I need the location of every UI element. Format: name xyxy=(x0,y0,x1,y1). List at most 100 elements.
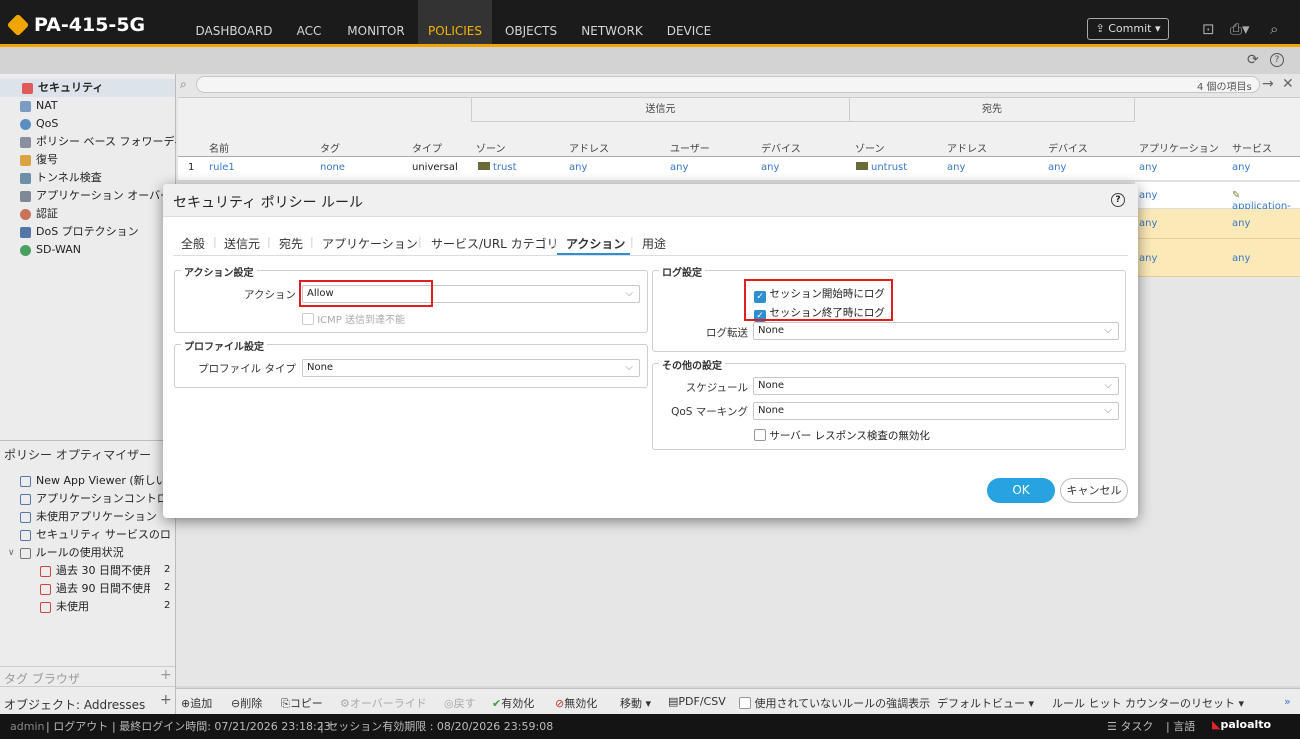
disable-button[interactable]: ⊘無効化 xyxy=(555,695,597,711)
nav-device[interactable]: DEVICE xyxy=(660,0,718,44)
nav-objects[interactable]: OBJECTS xyxy=(497,0,565,44)
sidebar-item-security[interactable]: セキュリティ xyxy=(0,79,175,97)
sidebar-item-dos[interactable]: DoS プロテクション xyxy=(20,223,176,241)
optimizer-unused-apps[interactable]: 未使用アプリケーション xyxy=(20,508,170,526)
sidebar-item-tunnel[interactable]: トンネル検査 xyxy=(20,169,176,187)
optimizer-label: 未使用アプリケーション xyxy=(36,510,157,523)
tab-destination[interactable]: 宛先 xyxy=(279,235,303,252)
col-tag[interactable]: タグ xyxy=(320,140,340,155)
tag-browser[interactable]: タグ ブラウザ xyxy=(4,670,174,687)
more-icon[interactable]: » xyxy=(1284,695,1291,708)
plus-icon[interactable]: + xyxy=(160,667,172,683)
log-forwarding-select[interactable]: None ⌵ xyxy=(753,322,1119,340)
tab-application[interactable]: アプリケーション xyxy=(322,235,418,252)
sidebar-item-app-override[interactable]: アプリケーション オーバーライド xyxy=(20,187,176,205)
ok-button[interactable]: OK xyxy=(987,478,1055,503)
cancel-button[interactable]: キャンセル xyxy=(1060,478,1128,503)
optimizer-new-app-viewer[interactable]: New App Viewer (新しいアプリ) xyxy=(20,472,170,490)
save-config-icon[interactable]: ⎙▾ xyxy=(1230,20,1250,38)
tasks-button[interactable]: ☰ タスク xyxy=(1107,718,1153,734)
optimizer-log-settings[interactable]: セキュリティ サービスのログ設定 xyxy=(20,526,170,544)
application: any xyxy=(1139,162,1158,173)
highlight-unused-label: 使用されていないルールの強調表示 xyxy=(754,697,931,710)
highlight-unused-checkbox[interactable] xyxy=(739,697,751,709)
move-button[interactable]: 移動 ▾ xyxy=(620,695,651,711)
sidebar-item-qos[interactable]: QoS xyxy=(20,115,176,133)
nav-acc[interactable]: ACC xyxy=(283,0,335,44)
clear-filter-icon[interactable]: ✕ xyxy=(1282,76,1294,92)
col-dst-zone[interactable]: ゾーン xyxy=(855,140,885,155)
commit-button[interactable]: ⇪ Commit ▾ xyxy=(1087,18,1169,40)
add-button[interactable]: ⊕追加 xyxy=(181,695,212,711)
disable-server-response-inspection-label: サーバー レスポンス検査の無効化 xyxy=(769,430,930,442)
reset-hit-counter-button[interactable]: ルール ヒット カウンターのリセット ▾ xyxy=(1052,695,1244,711)
col-src-device[interactable]: デバイス xyxy=(761,140,801,155)
brand-label: paloalto xyxy=(1220,718,1272,731)
schedule-select[interactable]: None ⌵ xyxy=(753,377,1119,395)
icmp-unreachable-checkbox[interactable] xyxy=(302,313,314,325)
optimizer-rule-usage[interactable]: ∨ ルールの使用状況 xyxy=(8,544,168,562)
language-button[interactable]: | 言語 xyxy=(1166,718,1195,734)
help-icon[interactable]: ? xyxy=(1270,53,1284,67)
config-lock-icon[interactable]: ⊡ xyxy=(1202,20,1215,38)
col-application[interactable]: アプリケーション xyxy=(1139,140,1219,155)
pdf-csv-button[interactable]: ▤PDF/CSV xyxy=(668,695,726,708)
optimizer-unused-30[interactable]: 過去 30 日間不使用 xyxy=(40,562,150,580)
sidebar-item-label: NAT xyxy=(36,99,58,112)
table-row[interactable] xyxy=(178,157,1300,181)
sidebar-item-auth[interactable]: 認証 xyxy=(20,205,176,223)
col-src-user[interactable]: ユーザー xyxy=(670,140,710,155)
rule-name[interactable]: rule1 xyxy=(209,162,235,173)
search-icon[interactable]: ⌕ xyxy=(1270,20,1278,38)
disable-server-response-inspection-option[interactable]: サーバー レスポンス検査の無効化 xyxy=(754,428,930,443)
col-src-zone[interactable]: ゾーン xyxy=(476,140,506,155)
refresh-icon[interactable]: ⟳ xyxy=(1247,52,1259,68)
tab-service-url[interactable]: サービス/URL カテゴリ xyxy=(431,235,559,252)
chevron-down-icon: ⌵ xyxy=(625,362,633,373)
revert-button[interactable]: ◎戻す xyxy=(444,695,476,711)
apply-filter-icon[interactable]: → xyxy=(1262,76,1274,92)
col-name[interactable]: 名前 xyxy=(209,140,229,155)
override-button[interactable]: ⚙オーバーライド xyxy=(340,695,427,711)
plus-icon[interactable]: + xyxy=(160,692,172,708)
profile-type-select[interactable]: None ⌵ xyxy=(302,359,640,377)
nav-dashboard[interactable]: DASHBOARD xyxy=(190,0,278,44)
tab-separator: | xyxy=(630,235,634,248)
nav-policies[interactable]: POLICIES xyxy=(418,0,492,44)
sidebar-item-pbf[interactable]: ポリシー ベース フォワーディング xyxy=(20,133,176,151)
table-row[interactable] xyxy=(1135,209,1300,239)
col-service[interactable]: サービス xyxy=(1232,140,1272,155)
optimizer-unused[interactable]: 未使用 xyxy=(40,598,150,616)
highlight-unused-toggle[interactable]: 使用されていないルールの強調表示 xyxy=(739,695,930,711)
optimizer-unused-90[interactable]: 過去 90 日間不使用 xyxy=(40,580,150,598)
delete-button[interactable]: ⊖削除 xyxy=(231,695,262,711)
tab-actions[interactable]: アクション xyxy=(566,235,625,252)
icmp-unreachable-option[interactable]: ICMP 送信到達不能 xyxy=(302,311,405,326)
col-dst-address[interactable]: アドレス xyxy=(947,140,987,155)
count-badge: 2 xyxy=(164,564,171,575)
tab-usage[interactable]: 用途 xyxy=(642,235,666,252)
sidebar-item-nat[interactable]: NAT xyxy=(20,97,176,115)
disable-server-response-inspection-checkbox[interactable] xyxy=(754,429,766,441)
sidebar-item-sdwan[interactable]: SD-WAN xyxy=(20,241,176,259)
enable-button[interactable]: ✔有効化 xyxy=(492,695,534,711)
col-dst-device[interactable]: デバイス xyxy=(1048,140,1088,155)
zone-icon xyxy=(856,162,868,170)
table-row[interactable] xyxy=(1135,239,1300,277)
sidebar-item-decryption[interactable]: 復号 xyxy=(20,151,176,169)
nav-network[interactable]: NETWORK xyxy=(571,0,653,44)
default-view-button[interactable]: デフォルトビュー ▾ xyxy=(937,695,1034,711)
app-override-icon xyxy=(20,190,31,202)
logout-link[interactable]: | ログアウト xyxy=(46,718,108,734)
dialog-help-icon[interactable]: ? xyxy=(1111,193,1125,207)
tab-general[interactable]: 全般 xyxy=(181,235,205,252)
tab-source[interactable]: 送信元 xyxy=(224,235,260,252)
qos-marking-select[interactable]: None ⌵ xyxy=(753,402,1119,420)
nav-monitor[interactable]: MONITOR xyxy=(340,0,412,44)
col-type[interactable]: タイプ xyxy=(412,140,442,155)
filter-input[interactable] xyxy=(196,76,1260,93)
object-browser[interactable]: オブジェクト: Addresses xyxy=(4,696,174,713)
copy-button[interactable]: ⎘コピー xyxy=(281,695,323,711)
optimizer-app-control[interactable]: アプリケーションコントロール xyxy=(20,490,170,508)
col-src-address[interactable]: アドレス xyxy=(569,140,609,155)
